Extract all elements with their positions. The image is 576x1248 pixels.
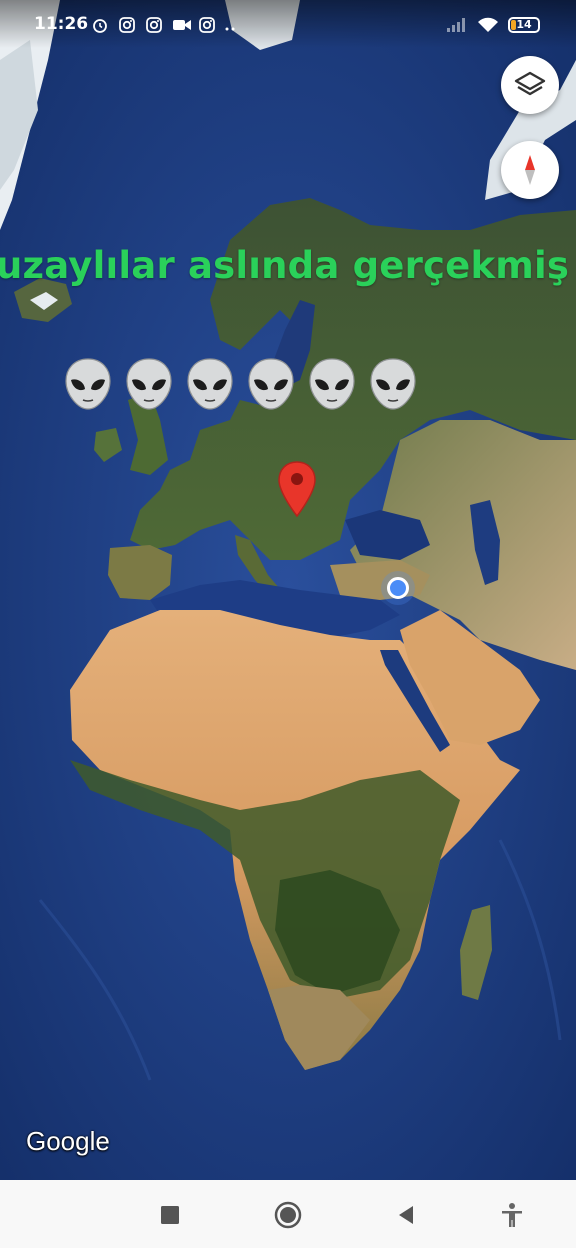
alien-emoji bbox=[187, 358, 233, 410]
my-location-dot bbox=[387, 577, 409, 599]
instagram-icon bbox=[119, 17, 135, 33]
navigation-bar bbox=[0, 1180, 576, 1248]
screen: 11:26 14 uzaylılar aslında gerçekmiş Goo… bbox=[0, 0, 576, 1248]
instagram-icon bbox=[146, 17, 162, 33]
compass-icon bbox=[525, 155, 535, 185]
signal-icon bbox=[447, 18, 465, 32]
google-logo: Google bbox=[26, 1126, 110, 1156]
wifi-icon bbox=[478, 17, 498, 32]
accessibility-icon[interactable] bbox=[497, 1200, 527, 1230]
home-icon[interactable] bbox=[273, 1200, 303, 1230]
instagram-icon bbox=[199, 17, 215, 33]
alien-emoji bbox=[370, 358, 416, 410]
alien-emoji bbox=[65, 358, 111, 410]
layers-icon bbox=[514, 71, 546, 96]
alien-emoji bbox=[248, 358, 294, 410]
more-dots-icon bbox=[225, 27, 235, 31]
layers-button[interactable] bbox=[501, 56, 559, 114]
video-caption: uzaylılar aslında gerçekmiş bbox=[0, 244, 570, 287]
map-pin-icon[interactable] bbox=[277, 460, 317, 518]
video-camera-icon bbox=[173, 20, 191, 30]
status-time: 11:26 bbox=[34, 14, 89, 34]
recents-icon[interactable] bbox=[155, 1200, 185, 1230]
alien-emoji bbox=[126, 358, 172, 410]
status-bar: 11:26 14 bbox=[0, 0, 576, 48]
satellite-map[interactable] bbox=[0, 0, 576, 1180]
battery-icon: 14 bbox=[508, 17, 540, 33]
battery-level: 14 bbox=[516, 18, 532, 31]
alien-emoji-row bbox=[62, 356, 432, 412]
compass-button[interactable] bbox=[501, 141, 559, 199]
back-icon[interactable] bbox=[391, 1200, 421, 1230]
alarm-icon bbox=[93, 19, 107, 33]
alien-emoji bbox=[309, 358, 355, 410]
status-right: 14 bbox=[446, 14, 546, 36]
